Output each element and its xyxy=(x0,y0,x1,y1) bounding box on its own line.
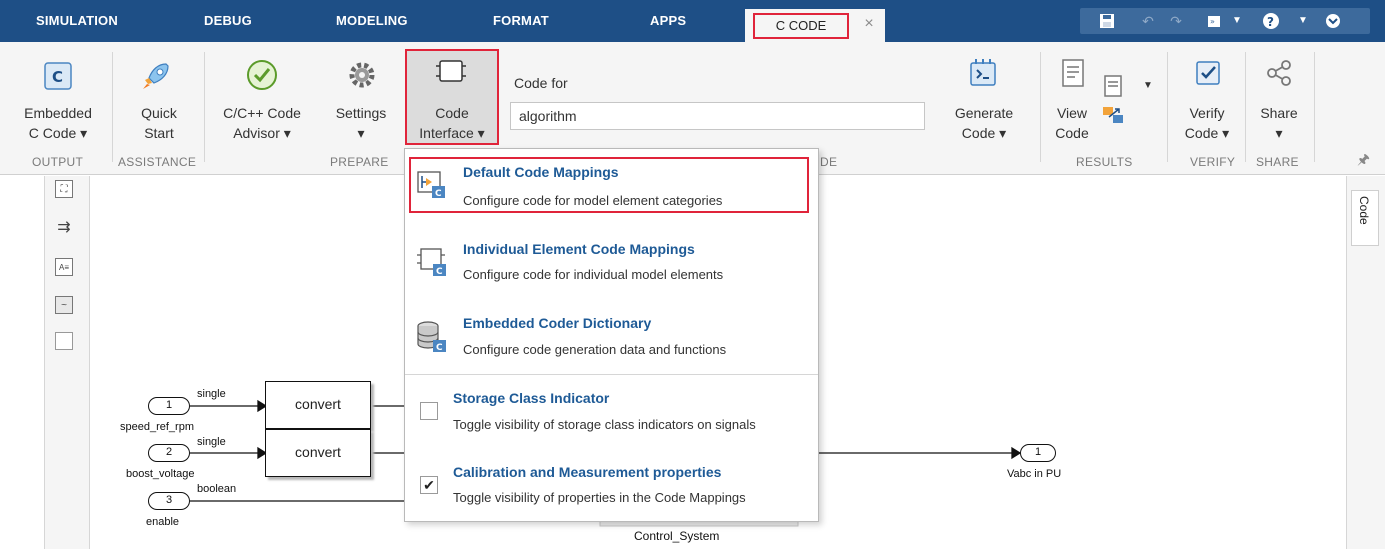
inport-3-name: enable xyxy=(146,516,180,528)
menu-item-desc: Configure code for individual model elem… xyxy=(463,267,724,282)
inport-1-name: speed_ref_rpm xyxy=(120,421,194,433)
menu-item-default-code-mappings[interactable]: Default Code Mappings xyxy=(463,164,619,180)
svg-text:C: C xyxy=(436,267,443,277)
default-code-mappings-icon: C xyxy=(416,170,448,205)
outport-1-name: Vabc in PU xyxy=(1007,468,1062,480)
signal-type-label: single xyxy=(197,436,226,448)
inport-2[interactable]: 2 xyxy=(148,444,190,462)
convert-block[interactable]: convert xyxy=(265,429,371,477)
convert-block[interactable]: convert xyxy=(265,381,371,429)
svg-text:C: C xyxy=(435,189,442,199)
inport-3[interactable]: 3 xyxy=(148,492,190,510)
individual-element-code-mappings-icon: C xyxy=(416,246,448,283)
menu-item-desc: Configure code for model element categor… xyxy=(463,193,723,208)
inport-2-name-text: boost_voltage xyxy=(126,468,195,480)
menu-item-individual-element-code-mappings[interactable]: Individual Element Code Mappings xyxy=(463,241,695,257)
signal-type-label: boolean xyxy=(197,483,237,495)
menu-item-storage-class-indicator[interactable]: Storage Class Indicator xyxy=(453,390,609,406)
signal-type-label: single xyxy=(197,388,226,400)
storage-class-indicator-checkbox[interactable] xyxy=(420,402,438,420)
inport-1[interactable]: 1 xyxy=(148,397,190,415)
database-icon: C xyxy=(416,320,448,359)
menu-item-desc: Toggle visibility of storage class indic… xyxy=(453,417,756,432)
svg-text:C: C xyxy=(436,343,443,353)
calibration-properties-checkbox[interactable]: ✔ xyxy=(420,476,438,494)
outport-1[interactable]: 1 xyxy=(1020,444,1056,462)
menu-item-desc: Configure code generation data and funct… xyxy=(463,342,727,357)
menu-item-embedded-coder-dictionary[interactable]: Embedded Coder Dictionary xyxy=(463,315,651,331)
menu-item-calibration-measurement[interactable]: Calibration and Measurement properties xyxy=(453,464,721,480)
menu-divider xyxy=(405,374,818,375)
menu-item-desc: Toggle visibility of properties in the C… xyxy=(453,490,746,505)
subsystem-name: Control_System xyxy=(634,529,720,543)
